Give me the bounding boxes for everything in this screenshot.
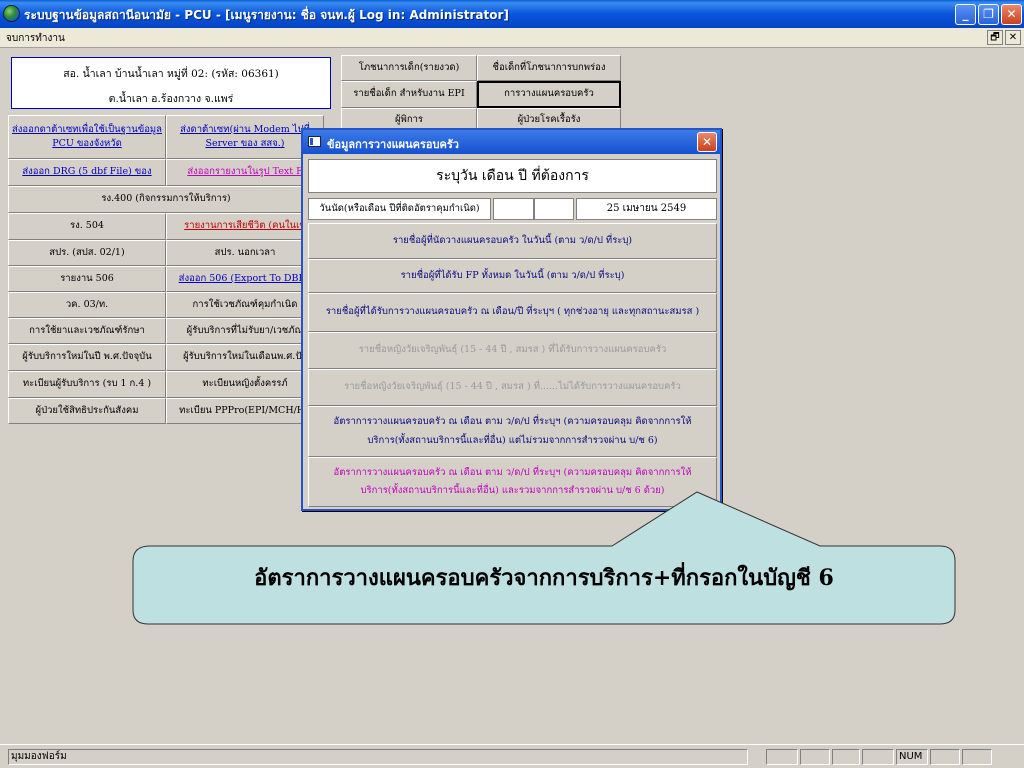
status-panel-3 [832, 749, 860, 765]
callout-text: อัตราการวางแผนครอบครัวจากการบริการ+ที่กร… [254, 565, 834, 591]
status-panel-4 [862, 749, 894, 765]
status-panel-6 [962, 749, 992, 765]
callout-shape [132, 491, 956, 625]
status-num: NUM [896, 749, 928, 765]
status-bar: มุมมองฟอร์ม NUM [0, 744, 1024, 768]
status-form-view: มุมมองฟอร์ม [8, 749, 748, 765]
status-panel-5 [930, 749, 960, 765]
status-panel-2 [800, 749, 830, 765]
status-panel-1 [766, 749, 798, 765]
